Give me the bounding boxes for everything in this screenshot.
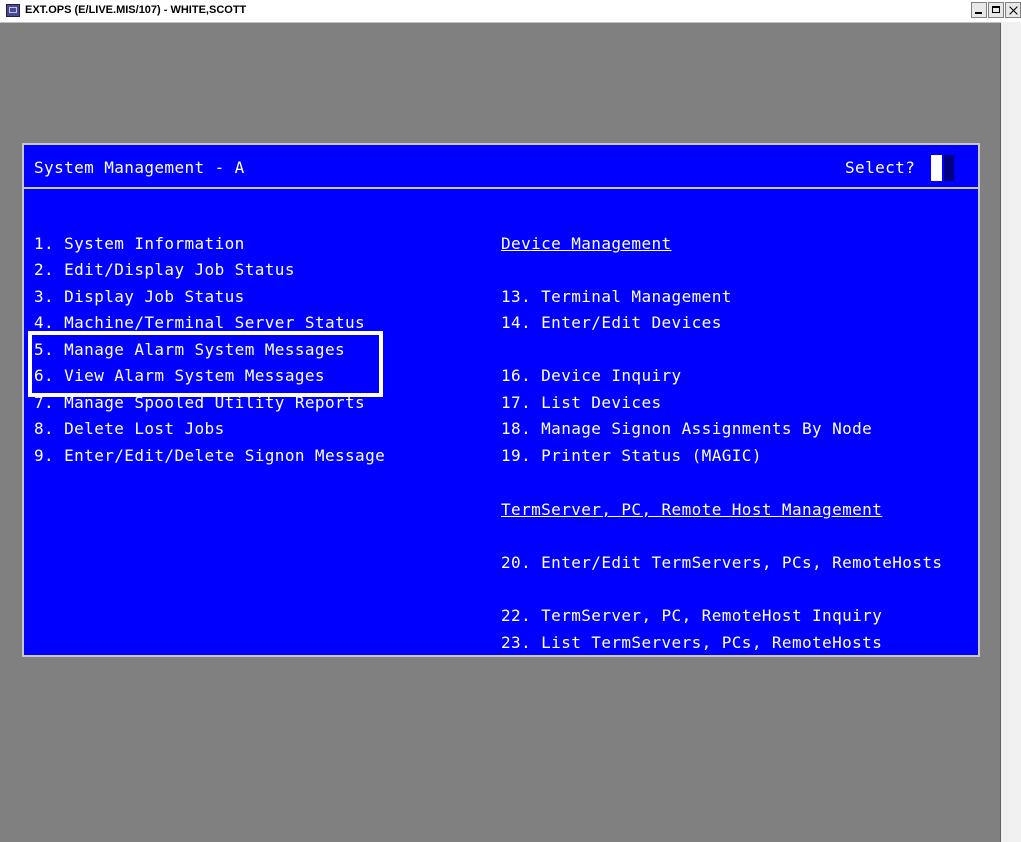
menu-item-manage-alarm-system-messages[interactable]: 5. Manage Alarm System Messages <box>34 342 345 358</box>
menu-item-machine-terminal-server-status[interactable]: 4. Machine/Terminal Server Status <box>34 315 365 331</box>
menu-item-enter-edit-devices[interactable]: 14. Enter/Edit Devices <box>501 315 722 331</box>
menu-item-enter-edit-delete-signon-message[interactable]: 9. Enter/Edit/Delete Signon Message <box>34 448 385 464</box>
title-bar[interactable]: EXT.OPS (E/LIVE.MIS/107) - WHITE,SCOTT <box>0 0 1021 23</box>
maximize-icon[interactable] <box>988 2 1004 18</box>
menu-item-list-devices[interactable]: 17. List Devices <box>501 395 662 411</box>
menu-item-manage-spooled-utility-reports[interactable]: 7. Manage Spooled Utility Reports <box>34 395 365 411</box>
menu-item-terminal-management[interactable]: 13. Terminal Management <box>501 289 732 305</box>
screen-title: System Management - A <box>34 158 245 177</box>
menu-item-display-job-status[interactable]: 3. Display Job Status <box>34 289 245 305</box>
input-cursor[interactable] <box>931 155 942 181</box>
select-prompt: Select? <box>845 158 916 177</box>
close-icon[interactable] <box>1005 2 1021 18</box>
window-title: EXT.OPS (E/LIVE.MIS/107) - WHITE,SCOTT <box>25 4 247 16</box>
window-edge <box>1001 22 1021 842</box>
menu-item-enter-edit-termservers[interactable]: 20. Enter/Edit TermServers, PCs, RemoteH… <box>501 555 942 571</box>
menu-item-edit-display-job-status[interactable]: 2. Edit/Display Job Status <box>34 262 295 278</box>
terminal-app-icon[interactable] <box>6 4 20 17</box>
menu-item-system-information[interactable]: 1. System Information <box>34 236 245 252</box>
window-controls <box>970 2 1021 18</box>
menu-item-list-termservers[interactable]: 23. List TermServers, PCs, RemoteHosts <box>501 635 882 651</box>
menu-item-delete-lost-jobs[interactable]: 8. Delete Lost Jobs <box>34 421 225 437</box>
menu-item-termserver-inquiry[interactable]: 22. TermServer, PC, RemoteHost Inquiry <box>501 608 882 624</box>
menu-item-view-alarm-system-messages[interactable]: 6. View Alarm System Messages <box>34 368 325 384</box>
terminal-window: EXT.OPS (E/LIVE.MIS/107) - WHITE,SCOTT S… <box>0 0 1021 842</box>
input-field[interactable] <box>944 155 954 181</box>
system-management-screen: System Management - A Select? 1. System … <box>22 143 980 657</box>
minimize-icon[interactable] <box>971 2 987 18</box>
section-heading-device-management: Device Management <box>501 234 672 253</box>
menu-item-manage-signon-assignments[interactable]: 18. Manage Signon Assignments By Node <box>501 421 872 437</box>
menu-item-device-inquiry[interactable]: 16. Device Inquiry <box>501 368 682 384</box>
menu-item-printer-status[interactable]: 19. Printer Status (MAGIC) <box>501 448 762 464</box>
section-heading-termserver-management: TermServer, PC, Remote Host Management <box>501 500 883 519</box>
header-divider <box>24 187 978 189</box>
